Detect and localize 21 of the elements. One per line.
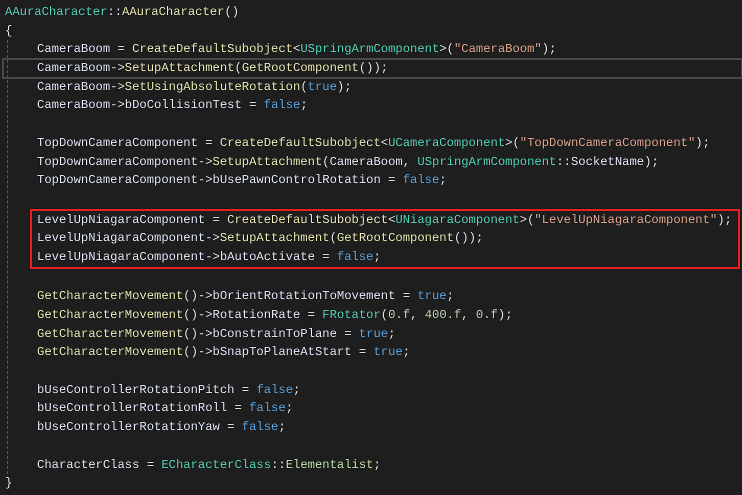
code-line: bUseControllerRotationPitch = false; — [37, 382, 300, 399]
code-line: GetCharacterMovement()->bOrientRotationToMovement = true; — [37, 288, 454, 306]
code-line: LevelUpNiagaraComponent->bAutoActivate = false; — [37, 248, 381, 266]
code-line: GetCharacterMovement()->bConstrainToPlane = true; — [37, 326, 396, 343]
code-line: GetCharacterMovement()->bSnapToPlaneAtStart = true; — [37, 344, 410, 362]
code-line: } — [5, 475, 12, 492]
code-line: CameraBoom->SetUsingAbsoluteRotation(true); — [37, 78, 352, 96]
code-line: CameraBoom->bDoCollisionTest = false; — [37, 97, 308, 114]
code-line: TopDownCameraComponent = CreateDefaultSubobject<UCameraComponent>("TopDownCameraComponent"); — [37, 134, 710, 152]
code-line: LevelUpNiagaraComponent = CreateDefaultSubobject<UNiagaraComponent>("LevelUpNiagaraComponent"); — [37, 212, 732, 229]
code-line: bUseControllerRotationYaw = false; — [37, 419, 286, 436]
code-line: CameraBoom->SetupAttachment(GetRootComponent()); — [3, 59, 742, 78]
code-line: bUseControllerRotationRoll = false; — [37, 400, 294, 418]
code-line: GetCharacterMovement()->RotationRate = FRotator(0.f, 400.f, 0.f); — [37, 307, 513, 324]
code-line: AAuraCharacter::AAuraCharacter() — [5, 4, 240, 21]
code-line: TopDownCameraComponent->SetupAttachment(CameraBoom, USpringArmComponent::SocketName); — [37, 154, 659, 170]
code-line: LevelUpNiagaraComponent->SetupAttachment(GetRootComponent()); — [37, 230, 484, 248]
code-line: CameraBoom = CreateDefaultSubobject<USpringArmComponent>("CameraBoom"); — [37, 41, 556, 58]
code-line: { — [5, 22, 12, 40]
code-line: CharacterClass = ECharacterClass::Elementalist; — [37, 456, 381, 474]
code-line: TopDownCameraComponent->bUsePawnControlRotation = false; — [37, 172, 447, 190]
